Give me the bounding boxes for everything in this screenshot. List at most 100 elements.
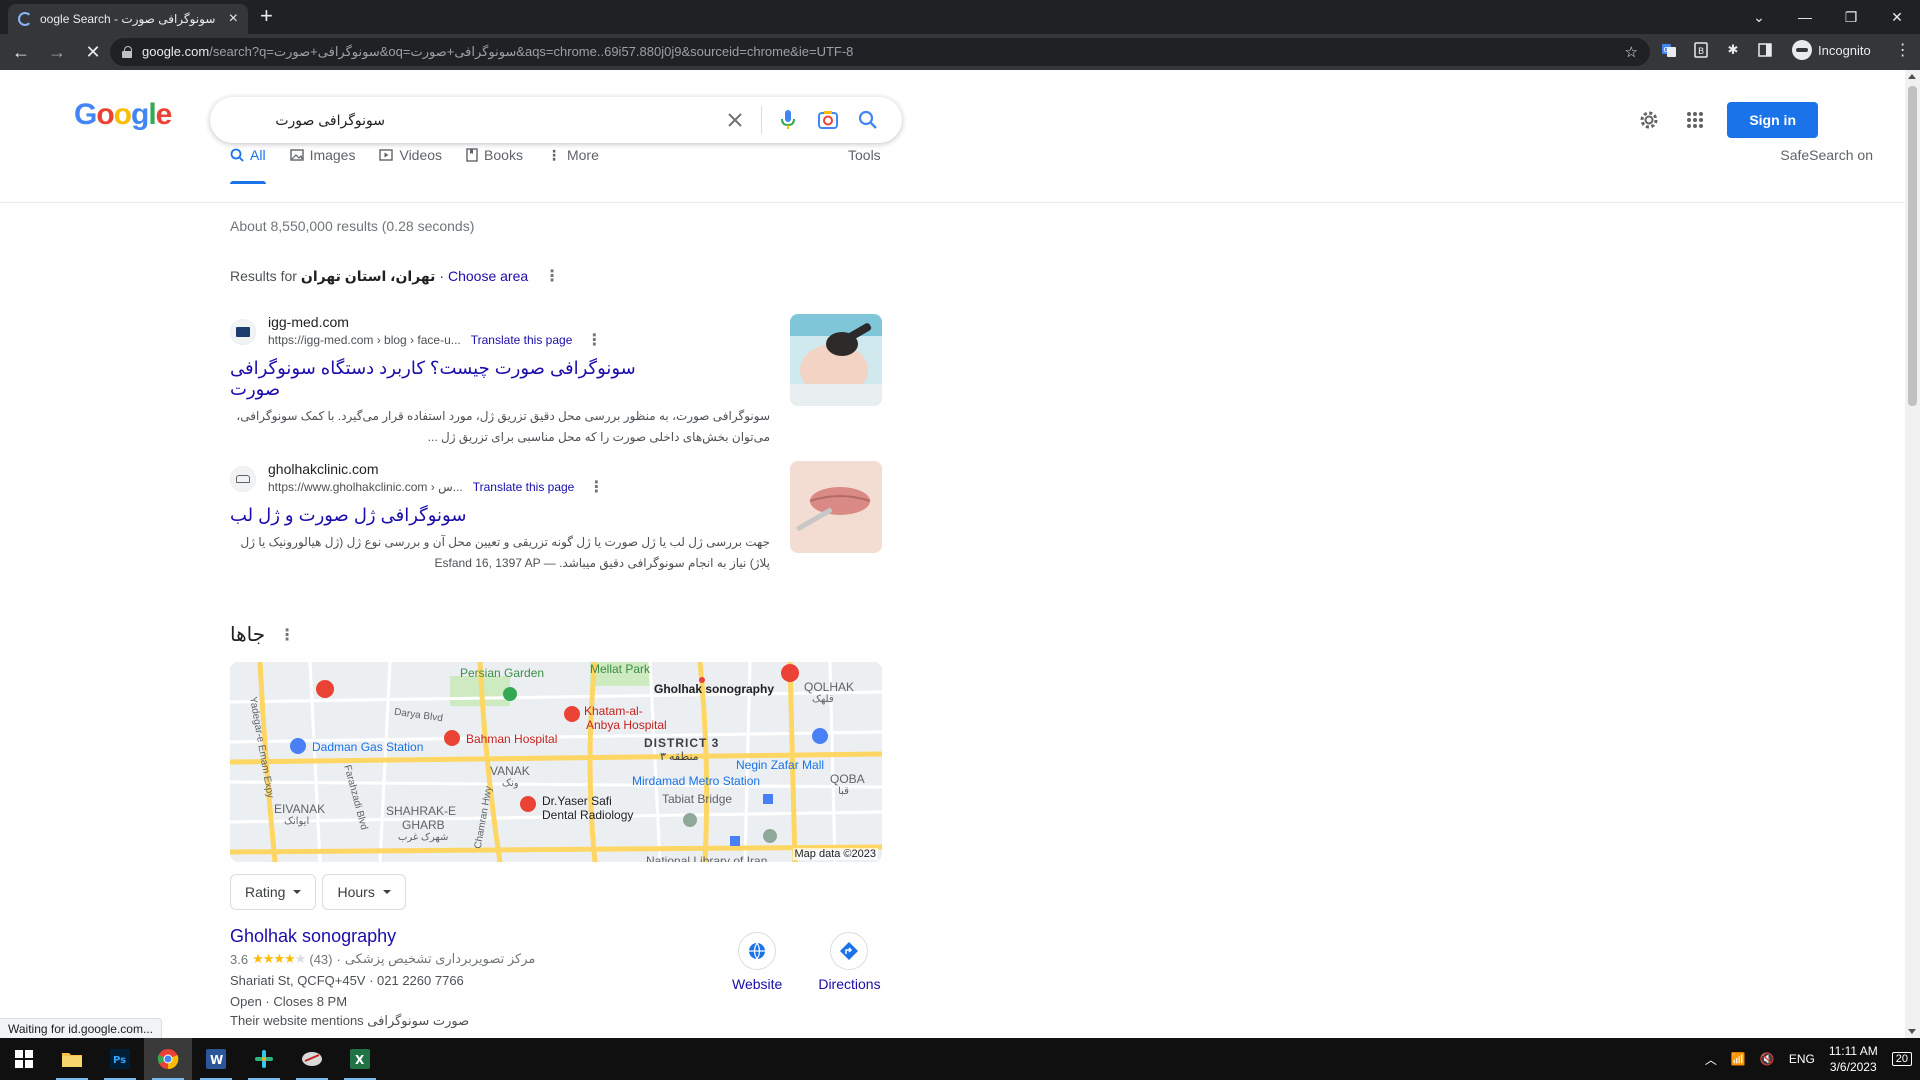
tab-more[interactable]: ⋮ More <box>547 138 599 172</box>
website-label: Website <box>732 976 783 992</box>
extension-b-icon[interactable]: B <box>1692 41 1710 59</box>
google-translate-icon[interactable]: G <box>1660 41 1678 59</box>
map-label: شهرک غرب <box>398 832 449 843</box>
result-more-icon[interactable]: ⋮ <box>588 477 604 497</box>
input-language[interactable]: ENG <box>1789 1052 1815 1066</box>
result-title-link[interactable]: سونوگرافی صورت چیست؟ کاربرد دستگاه سونوگ… <box>230 358 642 400</box>
notifications-icon[interactable]: 20 <box>1891 1052 1912 1066</box>
map-label: Dental Radiology <box>542 808 634 822</box>
map-copyright: Map data ©2023 <box>792 848 878 860</box>
scroll-up-icon[interactable] <box>1908 74 1916 79</box>
address-bar[interactable]: google.com/search?q=سونوگرافی+صورت&oq=سو… <box>110 38 1650 66</box>
map-label: Anbya Hospital <box>586 718 667 732</box>
close-window-icon[interactable]: ✕ <box>1874 0 1920 34</box>
chrome-menu-icon[interactable]: ⋮ <box>1895 40 1911 60</box>
tab-search-icon[interactable]: ⌄ <box>1736 0 1782 34</box>
place-listing[interactable]: Gholhak sonography 3.6 ★★★★★ (43) · مرکز… <box>230 926 882 1029</box>
forward-icon[interactable]: → <box>42 37 72 67</box>
map-label: ونک <box>502 778 519 789</box>
directions-label: Directions <box>818 976 881 992</box>
google-logo[interactable]: Google <box>74 98 172 132</box>
tabs-divider <box>0 202 1905 203</box>
scroll-down-icon[interactable] <box>1908 1029 1916 1034</box>
word-icon[interactable]: W <box>192 1038 240 1080</box>
bookmark-star-icon[interactable]: ☆ <box>1625 43 1638 61</box>
tab-images[interactable]: Images <box>289 138 356 172</box>
directions-button[interactable]: Directions <box>818 932 881 992</box>
excel-icon[interactable]: X <box>336 1038 384 1080</box>
new-tab-icon[interactable]: + <box>260 5 273 27</box>
scroll-thumb[interactable] <box>1908 86 1917 406</box>
location-notice: Results for تهران، استان تهران · Choose … <box>230 266 560 286</box>
result-thumbnail[interactable] <box>790 314 882 406</box>
website-button[interactable]: Website <box>732 932 782 992</box>
stop-loading-icon[interactable]: ✕ <box>78 37 108 67</box>
filter-hours-button[interactable]: Hours <box>322 874 406 910</box>
map-label: Bahman Hospital <box>466 732 558 746</box>
map-label: VANAK <box>490 764 530 778</box>
safesearch-button[interactable]: SafeSearch on <box>1780 138 1873 172</box>
tray-chevron-up-icon[interactable]: ︿ <box>1705 1051 1717 1068</box>
tab-all[interactable]: All <box>230 138 266 184</box>
map-label: Dr.Yaser Safi <box>542 794 612 808</box>
tools-button[interactable]: Tools <box>848 138 881 172</box>
browser-tab[interactable]: oogle Search - سونوگرافی صورت × <box>8 4 248 34</box>
tab-books[interactable]: Books <box>466 138 523 172</box>
result-more-icon[interactable]: ⋮ <box>586 330 602 350</box>
side-panel-icon[interactable] <box>1756 41 1774 59</box>
search-result: gholhakclinic.com https://www.gholhakcli… <box>230 461 882 574</box>
filter-rating-button[interactable]: Rating <box>230 874 317 910</box>
clock[interactable]: 11:11 AM 3/6/2023 <box>1829 1043 1878 1075</box>
result-source[interactable]: gholhakclinic.com https://www.gholhakcli… <box>230 461 882 497</box>
location-more-icon[interactable]: ⋮ <box>544 266 560 286</box>
incognito-profile[interactable]: Incognito <box>1792 40 1871 60</box>
search-box[interactable]: سونوگرافی صورت <box>210 97 902 143</box>
voice-search-icon[interactable] <box>768 97 808 143</box>
search-submit-icon[interactable] <box>848 97 888 143</box>
place-mention: Their website mentions صورت سونوگرافی <box>230 1013 470 1028</box>
clear-search-icon[interactable] <box>715 97 755 143</box>
minimize-icon[interactable]: — <box>1782 0 1828 34</box>
volume-muted-icon[interactable]: 🔇 <box>1760 1052 1775 1066</box>
choose-area-link[interactable]: · Choose area <box>439 268 528 284</box>
result-source[interactable]: igg-med.com https://igg-med.com › blog ›… <box>230 314 882 350</box>
chrome-icon[interactable] <box>144 1038 192 1080</box>
windows-taskbar: Ps W X ︿ 📶 🔇 ENG 11:11 AM 3/6/2023 20 <box>0 1038 1920 1080</box>
incognito-label: Incognito <box>1818 42 1871 58</box>
result-title-link[interactable]: سونوگرافی ژل صورت و ژل لب <box>230 505 642 526</box>
start-windows-icon[interactable] <box>0 1038 48 1080</box>
map-label: Mellat Park <box>590 662 651 676</box>
file-explorer-icon[interactable] <box>48 1038 96 1080</box>
page-scrollbar[interactable] <box>1905 70 1920 1038</box>
restore-icon[interactable]: ❐ <box>1828 0 1874 34</box>
browser-toolbar: ← → ✕ google.com/search?q=سونوگرافی+صورت… <box>0 34 1920 70</box>
site-favicon-icon <box>230 319 256 345</box>
search-input[interactable]: سونوگرافی صورت <box>228 112 715 129</box>
google-apps-icon[interactable] <box>1681 106 1709 134</box>
extensions-puzzle-icon[interactable]: ✱ <box>1724 41 1742 59</box>
tab-label: Images <box>309 147 356 163</box>
all-search-icon <box>230 148 244 162</box>
tab-videos[interactable]: Videos <box>379 138 442 172</box>
translate-link[interactable]: Translate this page <box>473 480 575 494</box>
result-thumbnail[interactable] <box>790 461 882 553</box>
svg-text:Ps: Ps <box>113 1055 126 1066</box>
settings-gear-icon[interactable] <box>1635 106 1663 134</box>
place-category: مرکز تصویربرداری تشخیص پزشکی <box>344 951 536 966</box>
lock-icon[interactable] <box>122 46 132 58</box>
slack-icon[interactable] <box>240 1038 288 1080</box>
tab-close-icon[interactable]: × <box>229 10 238 28</box>
places-map[interactable]: Persian Garden Mellat Park Gholhak sonog… <box>230 662 882 862</box>
back-icon[interactable]: ← <box>6 37 36 67</box>
snipping-tool-icon[interactable] <box>288 1038 336 1080</box>
network-icon[interactable]: 📶 <box>1731 1052 1746 1066</box>
map-label: Gholhak sonography <box>654 682 775 696</box>
place-hours: Open · Closes 8 PM <box>230 994 348 1009</box>
photoshop-icon[interactable]: Ps <box>96 1038 144 1080</box>
places-more-icon[interactable]: ⋮ <box>279 625 295 645</box>
svg-text:W: W <box>210 1053 223 1067</box>
lens-search-icon[interactable] <box>808 97 848 143</box>
translate-link[interactable]: Translate this page <box>471 333 573 347</box>
clock-time: 11:11 AM <box>1828 1044 1878 1058</box>
sign-in-button[interactable]: Sign in <box>1727 102 1818 138</box>
